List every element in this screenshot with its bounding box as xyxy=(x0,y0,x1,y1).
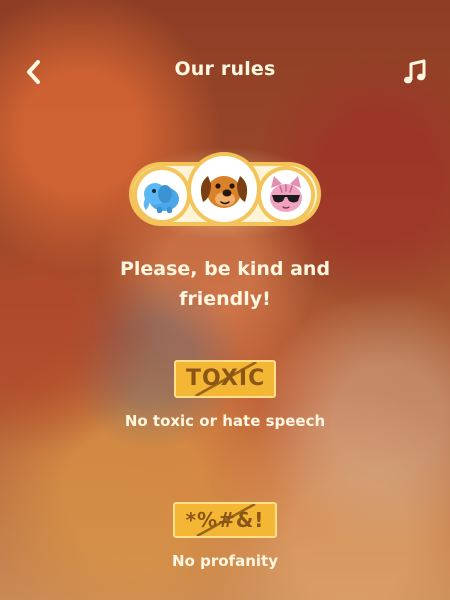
rule-item: *%#&! No profanity xyxy=(0,502,450,570)
headline: Please, be kind and friendly! xyxy=(119,258,331,310)
badge-text: *%#&! xyxy=(185,508,265,532)
toxic-badge: TOXIC xyxy=(174,360,276,398)
cat-sunglasses-avatar-icon xyxy=(261,170,311,220)
page-title: Our rules xyxy=(174,58,276,80)
rule-item: TOXIC No toxic or hate speech xyxy=(0,360,450,430)
rule-label: No toxic or hate speech xyxy=(124,412,326,430)
badge-text: TOXIC xyxy=(186,366,266,391)
elephant-avatar-icon xyxy=(137,170,187,220)
music-button[interactable] xyxy=(400,56,430,88)
header: Our rules xyxy=(0,52,450,92)
profanity-badge: *%#&! xyxy=(173,502,277,538)
rule-label: No profanity xyxy=(172,552,278,570)
avatar-group xyxy=(123,146,327,240)
music-note-icon xyxy=(404,59,426,84)
dog-avatar-icon xyxy=(191,156,257,222)
